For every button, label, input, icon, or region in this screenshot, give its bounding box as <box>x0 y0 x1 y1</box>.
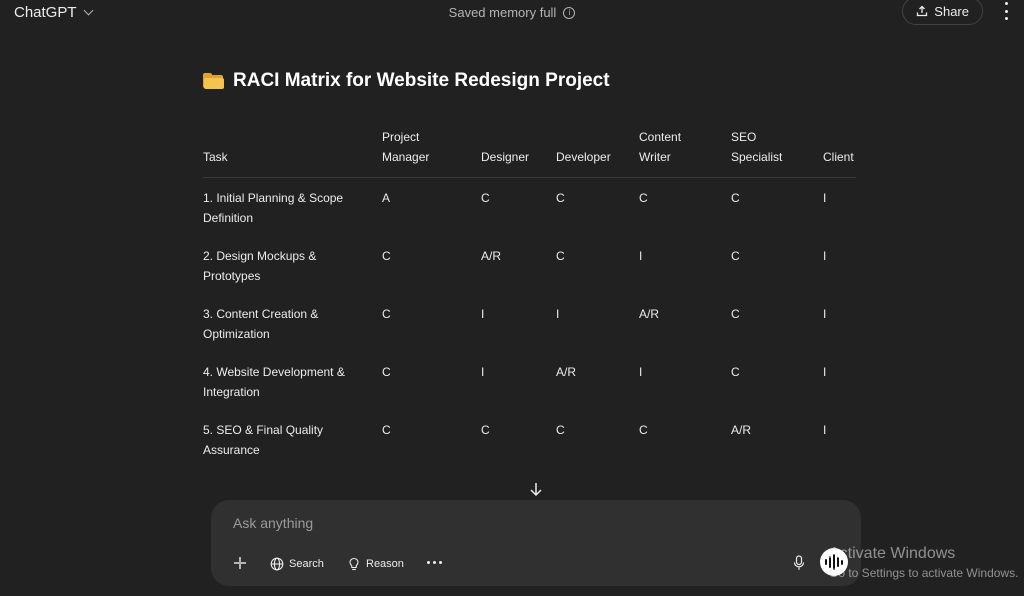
raci-cell: A/R <box>556 365 577 379</box>
task-cell: 3. Content Creation & Optimization <box>203 307 319 341</box>
raci-cell: C <box>382 423 391 437</box>
raci-cell: I <box>823 365 827 379</box>
microphone-icon[interactable] <box>792 555 806 571</box>
task-cell: 1. Initial Planning & Scope Definition <box>203 191 344 225</box>
table-row: 1. Initial Planning & Scope Definition A … <box>203 178 856 237</box>
raci-cell: C <box>639 423 648 437</box>
plus-icon[interactable] <box>233 556 247 570</box>
table-row: 2. Design Mockups & Prototypes C A/R C I … <box>203 236 856 294</box>
raci-cell: C <box>382 249 391 263</box>
raci-cell: C <box>382 307 391 321</box>
raci-cell: I <box>481 365 485 379</box>
raci-cell: C <box>731 307 740 321</box>
prompt-input[interactable] <box>233 512 793 534</box>
raci-cell: I <box>481 307 485 321</box>
raci-cell: C <box>382 365 391 379</box>
globe-icon <box>270 557 284 571</box>
raci-cell: C <box>639 191 648 205</box>
task-cell: 2. Design Mockups & Prototypes <box>203 249 317 283</box>
more-tools-icon[interactable] <box>427 561 442 564</box>
raci-cell: A/R <box>481 249 502 263</box>
raci-cell: I <box>823 249 827 263</box>
column-header-task: Task <box>203 150 228 164</box>
raci-cell: I <box>823 191 827 205</box>
raci-cell: A <box>382 191 391 205</box>
search-label: Search <box>289 558 324 570</box>
memory-status-text: Saved memory full <box>448 5 557 20</box>
raci-cell: I <box>823 423 827 437</box>
raci-cell: A/R <box>639 307 660 321</box>
page-title: RACI Matrix for Website Redesign Project <box>203 70 610 92</box>
folder-icon <box>203 73 224 89</box>
raci-cell: A/R <box>731 423 752 437</box>
raci-table: Task Project Manager Designer Developer C… <box>203 127 856 468</box>
share-button[interactable]: Share <box>902 0 983 25</box>
table-row: 4. Website Development & Integration C I … <box>203 352 856 410</box>
reason-label: Reason <box>366 558 404 570</box>
table-row: 5. SEO & Final Quality Assurance C C C C … <box>203 410 856 468</box>
column-header-developer: Developer <box>556 150 611 164</box>
raci-cell: C <box>481 423 490 437</box>
more-options-icon[interactable] <box>1000 2 1012 20</box>
lightbulb-icon <box>349 557 359 571</box>
share-label: Share <box>934 3 969 19</box>
column-header-client: Client <box>823 150 854 164</box>
scroll-down-arrow-icon[interactable] <box>527 480 545 498</box>
top-bar: ChatGPT Saved memory full i Share <box>0 0 1024 36</box>
raci-cell: I <box>823 307 827 321</box>
column-header-content-writer: Content Writer <box>639 130 682 164</box>
raci-cell: I <box>639 249 643 263</box>
column-header-seo-specialist: SEO Specialist <box>731 130 783 164</box>
raci-cell: C <box>731 249 740 263</box>
memory-status: Saved memory full i <box>0 5 1024 20</box>
windows-watermark-subtitle: Go to Settings to activate Windows. <box>829 566 1019 580</box>
windows-watermark-title: Activate Windows <box>829 545 956 562</box>
composer: Search Reason <box>211 500 861 586</box>
info-icon[interactable]: i <box>563 6 576 19</box>
reason-button[interactable]: Reason <box>347 554 404 574</box>
column-header-project-manager: Project Manager <box>382 130 430 164</box>
table-header-row: Task Project Manager Designer Developer C… <box>203 127 856 178</box>
search-button[interactable]: Search <box>270 554 324 574</box>
raci-cell: C <box>556 423 565 437</box>
table-row: 3. Content Creation & Optimization C I I … <box>203 294 856 352</box>
column-header-designer: Designer <box>481 150 530 164</box>
task-cell: 4. Website Development & Integration <box>203 365 345 399</box>
raci-cell: C <box>731 365 740 379</box>
share-icon <box>917 5 928 17</box>
raci-cell: C <box>556 191 565 205</box>
raci-cell: C <box>556 249 565 263</box>
raci-cell: I <box>639 365 643 379</box>
task-cell: 5. SEO & Final Quality Assurance <box>203 423 324 457</box>
raci-cell: I <box>556 307 560 321</box>
raci-cell: C <box>731 191 740 205</box>
raci-cell: C <box>481 191 490 205</box>
page-title-text: RACI Matrix for Website Redesign Project <box>233 70 610 91</box>
